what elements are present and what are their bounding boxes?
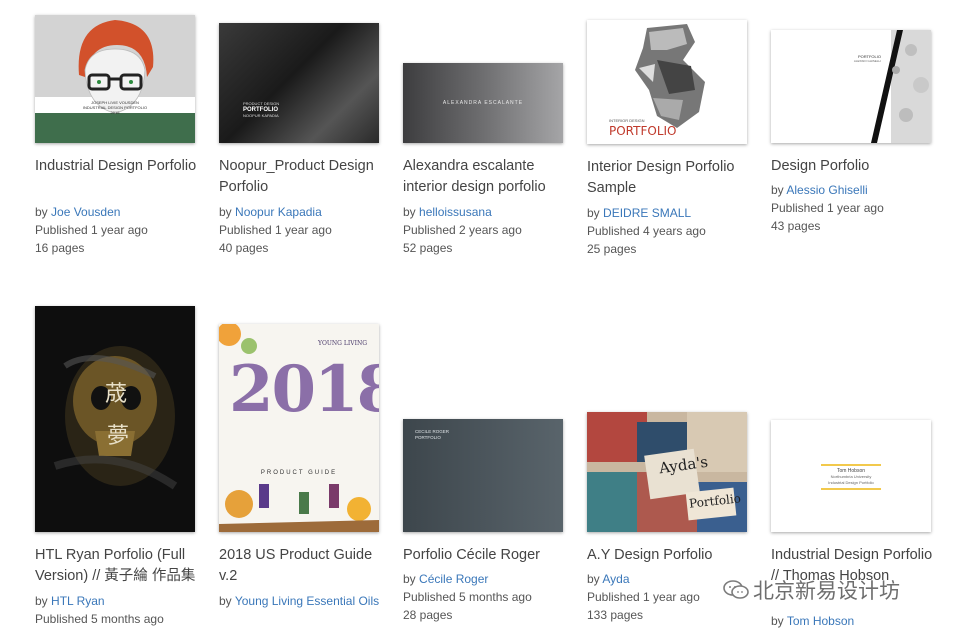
card-title[interactable]: Noopur_Product Design Porfolio xyxy=(219,156,384,198)
cover-sub-text: NOOPUR KAPADIA xyxy=(243,113,279,118)
author-link[interactable]: helloissusana xyxy=(419,205,492,219)
cover-char-2: 夢 xyxy=(107,424,130,449)
author-link[interactable]: Joe Vousden xyxy=(51,205,120,219)
author-line: by Tom Hobson xyxy=(771,614,855,628)
wechat-icon xyxy=(723,579,749,601)
cover-thumbnail[interactable]: PRODUCT DESIGN PORTFOLIO NOOPUR KAPADIA xyxy=(219,23,379,143)
cover-texture xyxy=(871,30,931,143)
author-line: by Young Living Essential Oils xyxy=(219,594,380,608)
card-meta: by DEIDRE SMALL Published 4 years ago 25… xyxy=(587,204,752,258)
page-count: 28 pages xyxy=(403,608,453,622)
card-title[interactable]: Design Porfolio xyxy=(771,156,936,177)
card-meta: by Noopur Kapadia Published 1 year ago 4… xyxy=(219,203,384,257)
card-meta: by Alessio Ghiselli Published 1 year ago… xyxy=(771,181,936,235)
card-title[interactable]: Industrial Design Porfolio xyxy=(35,156,200,177)
card-title[interactable]: Porfolio Cécile Roger xyxy=(403,545,568,566)
card-meta: by Young Living Essential Oils xyxy=(219,592,384,610)
author-link[interactable]: HTL Ryan xyxy=(51,594,105,608)
published-date: Published 5 months ago xyxy=(403,590,532,604)
author-line: by Joe Vousden xyxy=(35,205,121,219)
cover-thumbnail[interactable]: JOSEPH LIVIE VOUSDEN INDUSTRIAL DESIGN P… xyxy=(35,15,195,143)
card-meta: by Tom Hobson xyxy=(771,612,936,630)
cover-guide-text: PRODUCT GUIDE xyxy=(260,470,338,476)
card-title[interactable]: A.Y Design Porfolio xyxy=(587,545,752,566)
cover-main-text: PORTFOLIO xyxy=(609,124,677,138)
author-link[interactable]: Young Living Essential Oils xyxy=(235,594,379,608)
page-count: 43 pages xyxy=(771,219,821,233)
cover-char-1: 荿 xyxy=(105,382,128,407)
page-count: 133 pages xyxy=(587,608,644,622)
cover-small-text: INTERIOR DESIGN xyxy=(609,118,645,123)
card-meta: by Cécile Roger Published 5 months ago 2… xyxy=(403,570,568,624)
author-line: by DEIDRE SMALL xyxy=(587,206,692,220)
watermark-text: 北京新易设计坊 xyxy=(753,579,900,603)
card-title[interactable]: HTL Ryan Porfolio (Full Version) // 黃子綸 … xyxy=(35,545,200,587)
author-line: by Alessio Ghiselli xyxy=(771,183,868,197)
author-link[interactable]: Noopur Kapadia xyxy=(235,205,322,219)
author-line: by HTL Ryan xyxy=(35,594,105,608)
cover-sub-text: ALESSIO GHISELLI xyxy=(853,59,881,63)
card-title[interactable]: Alexandra escalante interior design porf… xyxy=(403,156,568,198)
cover-sub: PORTFOLIO xyxy=(415,435,441,440)
cover-year: 2018 xyxy=(229,352,379,427)
author-line: by Cécile Roger xyxy=(403,572,489,586)
published-date: Published 1 year ago xyxy=(771,201,884,215)
published-date: Published 5 months ago xyxy=(35,612,164,626)
author-link[interactable]: Alessio Ghiselli xyxy=(786,183,867,197)
cover-thumbnail[interactable]: PORTFOLIO ALESSIO GHISELLI xyxy=(771,30,931,143)
card-title[interactable]: 2018 US Product Guide v.2 xyxy=(219,545,384,587)
author-link[interactable]: Cécile Roger xyxy=(419,572,488,586)
cover-thumbnail[interactable]: INTERIOR DESIGN PORTFOLIO xyxy=(587,20,747,144)
card-meta: by helloissusana Published 2 years ago 5… xyxy=(403,203,568,257)
cover-thumbnail[interactable]: YOUNG LIVING 2018 PRODUCT GUIDE xyxy=(219,324,379,532)
card-meta: by HTL Ryan Published 5 months ago xyxy=(35,592,200,628)
cover-thumbnail[interactable]: 荿 夢 xyxy=(35,306,195,532)
page-count: 25 pages xyxy=(587,242,637,256)
published-date: Published 1 year ago xyxy=(219,223,332,237)
watermark: 北京新易设计坊 xyxy=(723,575,900,605)
page-count: 16 pages xyxy=(35,241,85,255)
author-line: by helloissusana xyxy=(403,205,492,219)
cover-thumbnail[interactable]: Tom Hobson Northumbria University Indust… xyxy=(771,420,931,532)
cover-year: 2015 xyxy=(110,110,120,115)
cover-illustration xyxy=(35,15,195,143)
cover-thumbnail[interactable]: ALEXANDRA ESCALANTE xyxy=(403,63,563,143)
cover-thumbnail[interactable]: CECILE ROGER PORTFOLIO xyxy=(403,419,563,532)
author-line: by Noopur Kapadia xyxy=(219,205,322,219)
published-date: Published 1 year ago xyxy=(35,223,148,237)
cover-thumbnail[interactable]: Ayda's Portfolio xyxy=(587,412,747,532)
page-count: 40 pages xyxy=(219,241,269,255)
author-link[interactable]: Tom Hobson xyxy=(787,614,854,628)
published-date: Published 2 years ago xyxy=(403,223,522,237)
cover-sub: Industrial Design Portfolio xyxy=(828,480,874,485)
cover-brand: YOUNG LIVING xyxy=(318,340,367,347)
author-link[interactable]: DEIDRE SMALL xyxy=(603,206,691,220)
cover-text: ALEXANDRA ESCALANTE xyxy=(442,100,524,106)
card-title[interactable]: Interior Design Porfolio Sample xyxy=(587,157,752,199)
published-date: Published 4 years ago xyxy=(587,224,706,238)
card-meta: by Joe Vousden Published 1 year ago 16 p… xyxy=(35,203,200,257)
author-link[interactable]: Ayda xyxy=(602,572,629,586)
page-count: 52 pages xyxy=(403,241,453,255)
